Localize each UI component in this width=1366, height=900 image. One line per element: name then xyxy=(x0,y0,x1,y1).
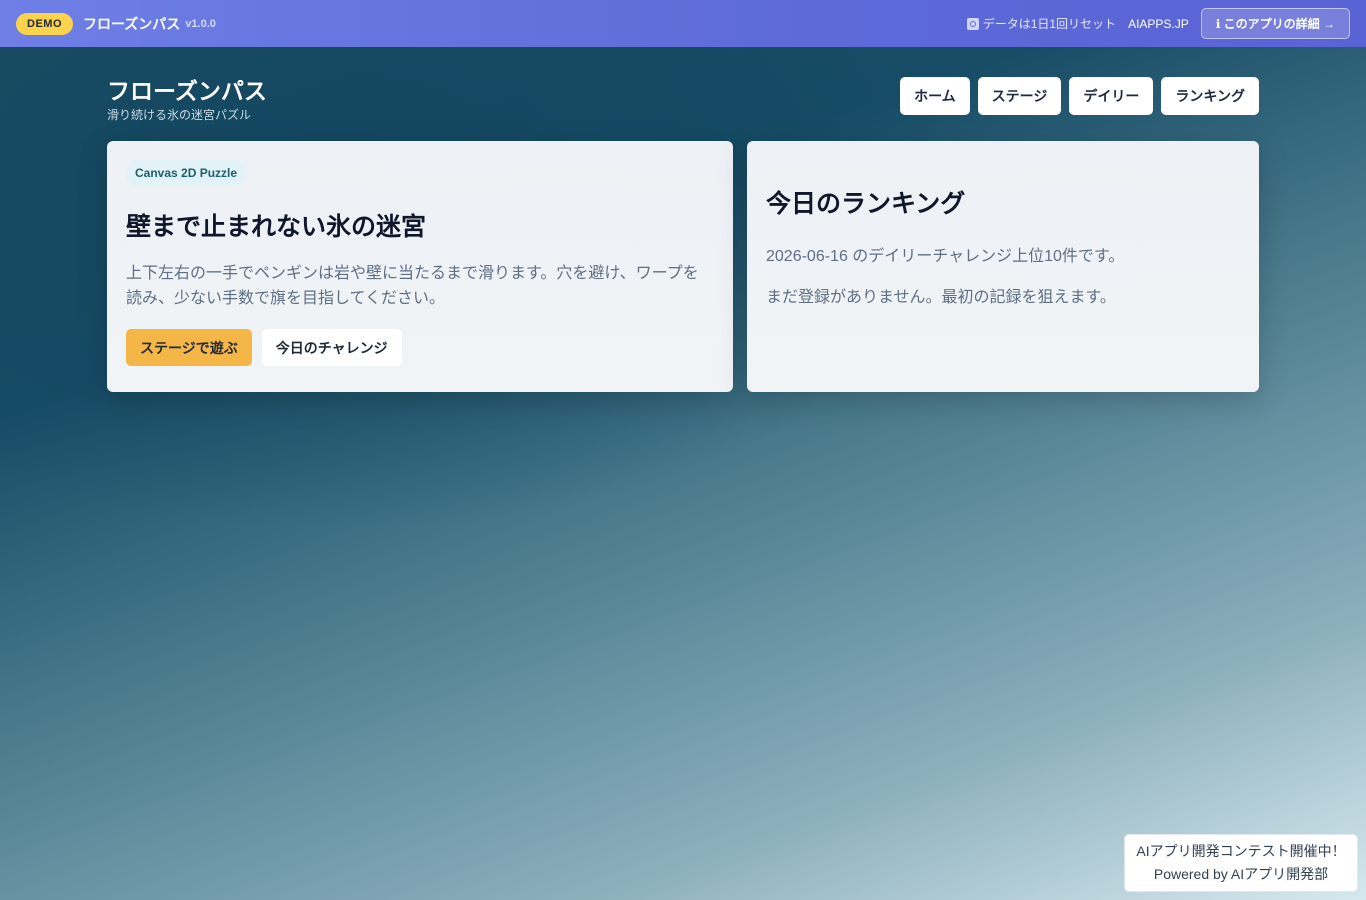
hero-title: 壁まで止まれない氷の迷宮 xyxy=(126,213,427,241)
play-stage-button[interactable]: ステージで遊ぶ xyxy=(126,329,252,366)
ranking-title: 今日のランキング xyxy=(766,190,966,218)
tech-chip: Canvas 2D Puzzle xyxy=(126,160,247,186)
nav-daily[interactable]: デイリー xyxy=(1069,77,1154,115)
hero-actions: ステージで遊ぶ 今日のチャレンジ xyxy=(126,329,714,366)
page-subtitle: 滑り続ける氷の迷宮パズル xyxy=(107,108,252,122)
site-link[interactable]: AIAPPS.JP xyxy=(1128,17,1189,31)
ranking-description: 2026-06-16 のデイリーチャレンジ上位10件です。 xyxy=(766,248,1125,265)
nav-ranking[interactable]: ランキング xyxy=(1161,77,1259,115)
contest-banner[interactable]: AIアプリ開発コンテスト開催中！ Powered by AIアプリ開発部 xyxy=(1124,834,1358,892)
top-bar: DEMO フローズンパス v1.0.0 データは1日1回リセット AIAPPS.… xyxy=(0,0,1366,47)
page-title: フローズンパス xyxy=(107,78,267,104)
app-name: フローズンパス xyxy=(83,15,181,32)
ranking-empty-message: まだ登録がありません。最初の記録を狙えます。 xyxy=(766,289,1116,306)
app-version: v1.0.0 xyxy=(185,17,216,30)
nav-home[interactable]: ホーム xyxy=(900,77,970,115)
reset-note-text: データは1日1回リセット xyxy=(982,17,1117,31)
reset-note: データは1日1回リセット xyxy=(966,15,1117,32)
demo-badge: DEMO xyxy=(16,12,73,35)
nav-stage[interactable]: ステージ xyxy=(977,77,1062,115)
top-bar-right: データは1日1回リセット AIAPPS.JP ℹ このアプリの詳細 → xyxy=(966,8,1350,39)
contest-line1: AIアプリ開発コンテスト開催中！ xyxy=(1136,843,1346,859)
app-detail-button[interactable]: ℹ このアプリの詳細 → xyxy=(1200,8,1350,39)
contest-line2: Powered by AIアプリ開発部 xyxy=(1153,866,1329,882)
ranking-card: 今日のランキング 2026-06-16 のデイリーチャレンジ上位10件です。 ま… xyxy=(747,141,1259,392)
hero-card: Canvas 2D Puzzle 壁まで止まれない氷の迷宮 上下左右の一手でペン… xyxy=(107,141,733,392)
daily-challenge-button[interactable]: 今日のチャレンジ xyxy=(261,329,402,366)
main-nav: ホーム ステージ デイリー ランキング xyxy=(900,77,1259,115)
hero-description: 上下左右の一手でペンギンは岩や壁に当たるまで滑ります。穴を避け、ワープを読み、少… xyxy=(126,265,699,307)
refresh-icon xyxy=(966,17,979,30)
